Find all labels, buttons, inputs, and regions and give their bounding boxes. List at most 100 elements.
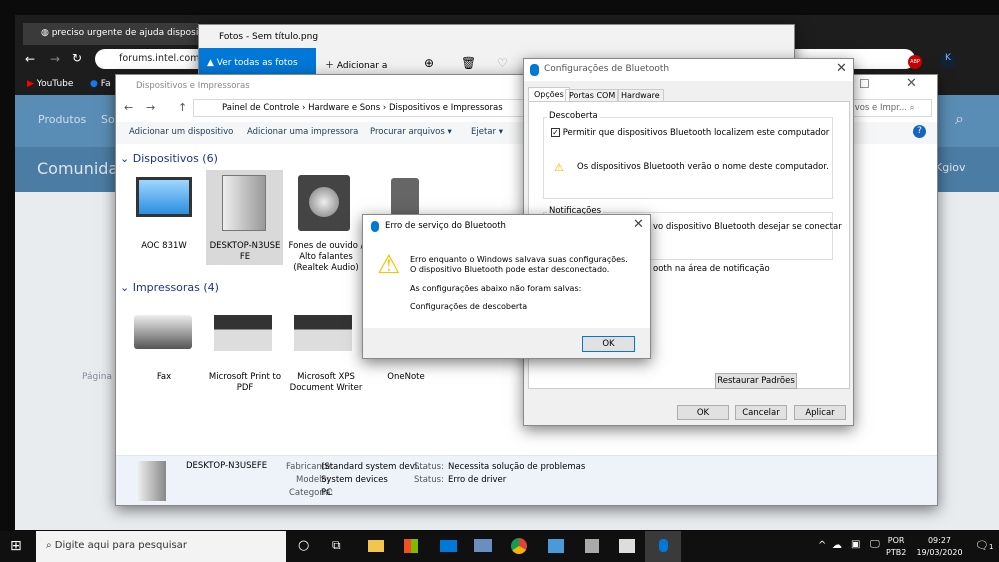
device-item[interactable]: DESKTOP-N3USE FE <box>205 241 285 263</box>
bluetooth-icon <box>530 64 539 76</box>
tray-option[interactable]: ooth na área de notificação <box>653 264 770 274</box>
search-box[interactable]: ⌕ Digite aqui para pesquisar <box>36 531 286 562</box>
abp-icon[interactable]: ABP <box>908 55 922 69</box>
device-name: DESKTOP-N3USEFE <box>186 461 268 471</box>
nav-produtos[interactable]: Produtos <box>38 113 86 126</box>
title-bar: Configurações de Bluetooth ✕ <box>524 59 853 81</box>
notification-option[interactable]: vo dispositivo Bluetooth desejar se cone… <box>653 222 842 232</box>
breadcrumb-item[interactable]: Painel de Controle <box>222 103 299 113</box>
notification-count: 1 <box>988 543 994 551</box>
bluetooth-error-dialog: Erro de serviço do Bluetooth ✕ ⚠ Erro en… <box>362 214 651 359</box>
restore-defaults-button[interactable]: Restaurar Padrões <box>715 373 797 389</box>
error-message: Erro enquanto o Windows salvava suas con… <box>410 255 628 274</box>
search-box[interactable]: tivos e Impr... ⌕ <box>846 99 932 117</box>
add-printer-button[interactable]: Adicionar uma impressora <box>247 127 358 137</box>
ok-button[interactable]: OK <box>677 405 729 420</box>
store-icon[interactable] <box>404 539 418 553</box>
usb-drive-icon <box>391 178 419 216</box>
close-button[interactable]: ✕ <box>906 76 917 91</box>
back-icon[interactable]: ← <box>124 101 133 114</box>
community-title: Comunida <box>37 159 119 178</box>
printers-section-header[interactable]: ⌄ Impressoras (4) <box>120 281 219 294</box>
printer-item[interactable]: Fax <box>124 372 204 383</box>
breadcrumb-item[interactable]: Dispositivos e Impressoras <box>389 103 503 113</box>
clock[interactable]: 09:27 19/03/2020 <box>912 535 967 559</box>
up-icon[interactable]: ↑ <box>178 101 187 114</box>
ok-button[interactable]: OK <box>582 336 635 352</box>
bluetooth-taskbar-icon[interactable] <box>645 531 681 562</box>
network-icon[interactable]: 🖵 <box>870 539 880 550</box>
globe-icon: ◍ <box>41 28 52 38</box>
user-menu[interactable]: Kgiov <box>935 161 966 174</box>
apply-button[interactable]: Aplicar <box>794 405 846 420</box>
device-item[interactable]: Fones de ouvido / Alto falantes (Realtek… <box>286 241 366 274</box>
printer-item[interactable]: Microsoft Print to PDF <box>205 372 285 394</box>
mail-icon[interactable] <box>440 540 457 552</box>
allow-discovery-checkbox[interactable]: ✓ Permitir que dispositivos Bluetooth lo… <box>551 128 829 138</box>
details-pane: DESKTOP-N3USEFE Fabricante: (Standard sy… <box>116 455 937 505</box>
breadcrumb-item[interactable]: Hardware e Sons <box>308 103 380 113</box>
photos-icon: ▲ <box>207 58 217 68</box>
remote-desktop-icon[interactable] <box>474 539 492 552</box>
youtube-bookmark[interactable]: ▶ YouTube <box>27 79 73 89</box>
back-icon[interactable]: ← <box>25 52 35 66</box>
button-bar: OK <box>363 328 650 358</box>
browse-files-button[interactable]: Procurar arquivos ▾ <box>370 127 452 137</box>
maximize-button[interactable]: ☐ <box>859 77 870 91</box>
action-center-icon[interactable]: 🗨1 <box>975 539 993 552</box>
onedrive-icon[interactable]: ☁ <box>832 540 842 551</box>
cortana-icon[interactable]: ○ <box>298 538 309 553</box>
devices-section-header[interactable]: ⌄ Dispositivos (6) <box>120 152 218 165</box>
group-label: Descoberta <box>547 111 600 121</box>
reload-icon[interactable]: ↻ <box>72 51 82 65</box>
printer-item[interactable]: Microsoft XPS Document Writer <box>286 372 366 394</box>
device-item[interactable]: AOC 831W <box>124 241 204 252</box>
checkbox[interactable]: ✓ <box>551 128 560 137</box>
status-label: Status: <box>414 475 444 485</box>
chrome-tab[interactable]: ◍ preciso urgente de ajuda disposi <box>23 23 198 45</box>
tab-options[interactable]: Opções <box>528 87 570 101</box>
language-indicator[interactable]: POR PTB2 <box>886 535 906 559</box>
see-all-photos-button[interactable]: ▲ Ver todas as fotos <box>199 48 316 77</box>
taskbar: ⊞ ⌕ Digite aqui para pesquisar ○ ⧉ ^ ☁ ▣… <box>0 531 999 562</box>
error-item: Configurações de descoberta <box>410 302 528 311</box>
search-icon[interactable]: ⌕ <box>955 109 964 129</box>
warning-icon: ⚠ <box>377 250 401 280</box>
youtube-icon: ▶ <box>27 79 34 89</box>
facebook-bookmark[interactable]: ● Fa <box>90 79 111 89</box>
fax-icon <box>134 315 192 349</box>
close-button[interactable]: ✕ <box>633 217 644 232</box>
add-to-button[interactable]: ＋ Adicionar a <box>325 58 387 71</box>
heart-icon[interactable]: ♡ <box>497 56 508 70</box>
close-button[interactable]: ✕ <box>836 61 847 76</box>
printer-icon <box>214 315 272 351</box>
pc-tower-icon <box>138 461 166 501</box>
cancel-button[interactable]: Cancelar <box>735 405 787 420</box>
forward-icon[interactable]: → <box>146 101 155 114</box>
chrome-icon[interactable] <box>511 538 527 554</box>
printer-item[interactable]: OneNote <box>366 372 446 383</box>
bluetooth-icon <box>371 221 379 232</box>
add-device-button[interactable]: Adicionar um dispositivo <box>129 127 233 137</box>
delete-icon[interactable]: 🗑 <box>461 56 476 70</box>
status-value: Erro de driver <box>448 475 507 485</box>
extension-icon[interactable]: K <box>940 53 956 69</box>
status-value: Necessita solução de problemas <box>448 462 586 472</box>
nav-suporte[interactable]: So <box>101 113 115 126</box>
devices-icon[interactable] <box>585 539 599 553</box>
task-view-icon[interactable]: ⧉ <box>332 538 341 553</box>
start-button[interactable]: ⊞ <box>10 538 22 554</box>
security-icon[interactable]: ▣ <box>851 539 860 550</box>
show-hidden-icons[interactable]: ^ <box>818 540 826 551</box>
pc-tower-icon <box>222 175 266 231</box>
file-explorer-icon[interactable] <box>368 540 384 552</box>
photos-icon[interactable] <box>619 539 635 553</box>
model-value: System devices <box>321 475 388 485</box>
control-panel-icon[interactable] <box>548 539 564 553</box>
manufacturer-value: (Standard system devi... <box>321 462 426 472</box>
forward-icon[interactable]: → <box>50 52 60 66</box>
search-icon: ⌕ <box>46 540 55 551</box>
eject-button[interactable]: Ejetar ▾ <box>471 127 503 137</box>
zoom-icon[interactable]: ⊕ <box>424 56 434 70</box>
help-icon[interactable]: ? <box>913 125 926 138</box>
